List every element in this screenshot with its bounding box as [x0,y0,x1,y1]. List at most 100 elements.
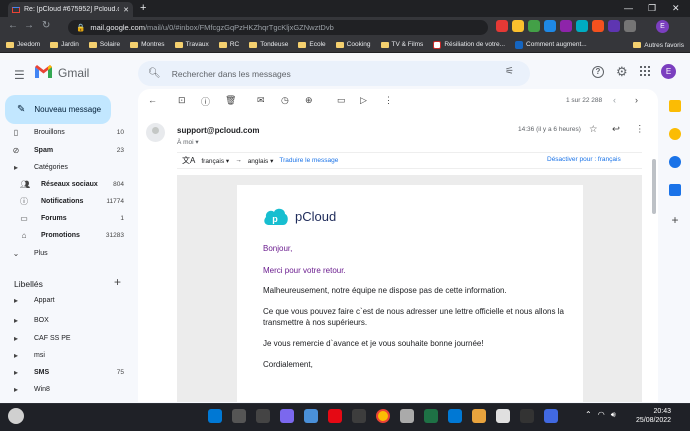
volume-icon[interactable]: 🔊︎ [611,410,616,420]
help-icon[interactable]: ? [592,66,604,78]
label-item[interactable]: ▸ CAF SS PE [0,330,128,347]
app-icon[interactable] [352,409,366,423]
file-explorer-icon[interactable] [472,409,486,423]
bookmark-item[interactable]: Solaire [88,41,120,48]
main-menu-icon[interactable]: ☰ [14,68,25,82]
sidebar-item-spam[interactable]: ⊘ Spam 23 [0,142,128,159]
report-spam-icon[interactable]: ⓘ [201,95,210,108]
sidebar-item-categories[interactable]: ▸ Catégories [0,159,128,176]
back-icon[interactable]: ← [8,20,18,31]
browser-profile-avatar[interactable]: E [656,20,669,33]
sidebar-item-notifications[interactable]: ⓘ Notifications 11774 [0,193,128,210]
delete-icon[interactable]: 🗑︎ [225,95,236,106]
forward-icon[interactable]: → [24,20,34,31]
add-label-icon[interactable]: + [114,275,121,289]
sidebar-item-more[interactable]: ⌄ Plus [0,245,128,262]
sidebar-item-promotions[interactable]: ⌂ Promotions 31283 [0,227,128,244]
label-item[interactable]: ▸ SMS 75 [0,364,128,381]
scrollbar-thumb[interactable] [652,159,656,214]
extensions-puzzle-icon[interactable] [624,20,636,32]
bookmark-item[interactable]: Ecole [298,41,326,48]
google-apps-icon[interactable] [640,66,650,76]
tasks-icon[interactable] [669,156,681,168]
app-icon[interactable] [496,409,510,423]
extension-icon[interactable] [608,20,620,32]
label-item[interactable]: ▸ Win8 [0,381,128,398]
bookmark-item[interactable]: Comment augment... [515,40,587,49]
disable-translate-link[interactable]: Désactiver pour : français [547,156,621,163]
wifi-icon[interactable]: ◠ [598,410,605,420]
bookmark-item[interactable]: Cooking [335,41,371,48]
sidebar-item-forums[interactable]: ▭ Forums 1 [0,210,128,227]
extension-icon[interactable] [496,20,508,32]
taskbar-clock[interactable]: 20:43 25/08/2022 [636,407,671,425]
excel-icon[interactable] [424,409,438,423]
task-view-icon[interactable] [256,409,270,423]
settings-app-icon[interactable] [304,409,318,423]
netflix-icon[interactable] [328,409,342,423]
back-to-inbox-icon[interactable]: ← [148,95,157,105]
sidebar-item-social[interactable]: 👥︎ Réseaux sociaux 804 [0,176,128,193]
sender-email[interactable]: support@pcloud.com [177,126,259,135]
next-icon[interactable]: › [635,95,638,105]
minimize-icon[interactable]: — [624,3,633,13]
extension-icon[interactable] [592,20,604,32]
star-icon[interactable]: ☆ [589,124,598,135]
translate-link[interactable]: Traduire le message [279,157,338,164]
label-item[interactable]: ▸ msi [0,347,128,364]
keep-icon[interactable] [669,128,681,140]
label-item[interactable]: ▸ BOX [0,312,128,329]
previous-icon[interactable]: ‹ [613,95,616,105]
move-to-icon[interactable]: ▭ [337,95,346,106]
other-bookmarks[interactable]: Autres favoris [633,37,684,53]
bookmark-item[interactable]: Travaux [174,41,209,48]
chrome-icon[interactable] [376,409,390,423]
search-options-icon[interactable]: ⚟ [505,66,514,77]
label-item[interactable]: ▸ Appart [0,292,128,309]
settings-gear-icon[interactable]: ⚙ [616,64,628,80]
reload-icon[interactable]: ↻ [42,20,50,31]
bookmark-item[interactable]: Jeedom [6,41,40,48]
search-icon[interactable] [232,409,246,423]
label-icon[interactable]: ▷ [360,95,367,106]
bookmark-item[interactable]: TV & Films [380,41,423,48]
widgets-icon[interactable] [280,409,294,423]
system-tray[interactable]: ⌃ ◠ 🔊︎ [585,410,616,420]
mark-unread-icon[interactable]: ✉ [257,95,265,106]
app-icon[interactable] [544,409,558,423]
address-bar[interactable]: 🔒 mail.google.com/mail/u/0/#inbox/FMfcgz… [68,20,488,35]
archive-icon[interactable]: ⊡ [178,95,186,106]
extension-icon[interactable] [512,20,524,32]
source-language-select[interactable]: français ▾ [201,157,229,165]
gmail-logo-icon[interactable] [35,65,52,78]
add-addon-icon[interactable]: + [669,214,681,226]
bookmark-item[interactable]: Montres [130,41,165,48]
maximize-icon[interactable]: ❐ [648,3,656,14]
target-language-select[interactable]: anglais ▾ [248,157,274,165]
extension-icon[interactable] [544,20,556,32]
app-icon[interactable] [400,409,414,423]
more-actions-icon[interactable]: ⋮ [384,95,393,106]
bookmark-item[interactable]: Tondeuse [249,41,288,48]
bookmark-item[interactable]: Résiliation de votre... [433,40,505,49]
chevron-up-icon[interactable]: ⌃ [585,410,592,420]
new-tab-button[interactable]: + [140,2,146,14]
extension-icon[interactable] [560,20,572,32]
bookmark-item[interactable]: Jardin [50,41,79,48]
more-vert-icon[interactable]: ⋮ [635,124,645,135]
search-input[interactable]: 🔍︎ Rechercher dans les messages [138,61,530,86]
browser-tab[interactable]: Re: [pCloud #675952] Pcloud.com ✕ [8,2,133,17]
sidebar-item-drafts[interactable]: ▯ Brouillons 10 [0,128,128,141]
contacts-icon[interactable] [669,184,681,196]
extension-icon[interactable] [528,20,540,32]
bookmark-item[interactable]: RC [218,41,239,48]
account-avatar[interactable]: E [661,64,676,79]
app-icon[interactable] [448,409,462,423]
weather-icon[interactable] [8,408,24,424]
add-task-icon[interactable]: ⊕ [305,95,313,106]
app-icon[interactable] [520,409,534,423]
recipient[interactable]: À moi ▾ [177,138,199,146]
snooze-icon[interactable]: ◷ [281,95,289,106]
reply-icon[interactable]: ↩ [612,124,620,135]
close-tab-icon[interactable]: ✕ [123,6,129,14]
